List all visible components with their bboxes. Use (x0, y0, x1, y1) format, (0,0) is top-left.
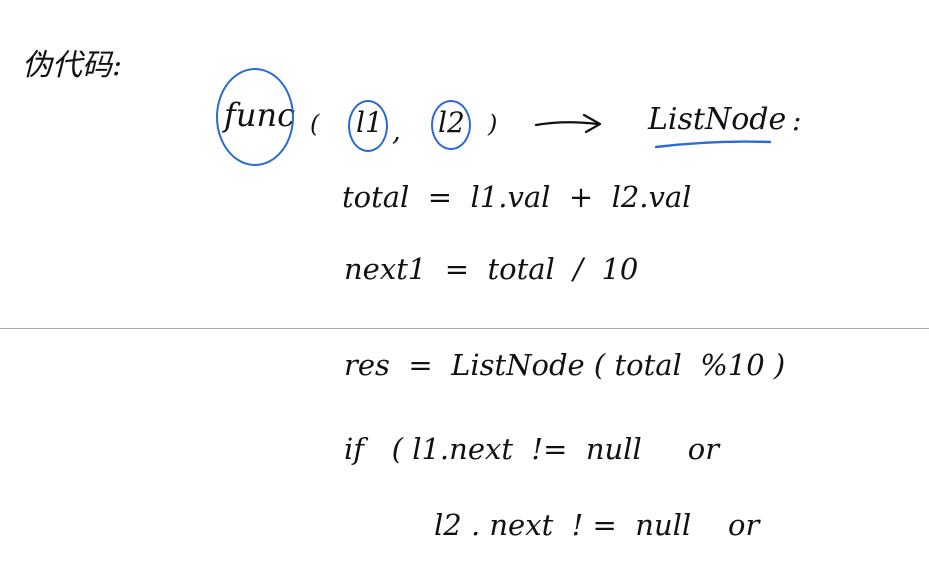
page-title: 伪代码: (22, 48, 123, 83)
return-type: ListNode (648, 102, 787, 137)
comma: , (392, 114, 401, 147)
code-line-res: res = ListNode ( total %10 ) (344, 348, 786, 382)
code-line-l2-next: l2 . next ! = null or (434, 508, 760, 542)
code-line-next1: next1 = total / 10 (344, 252, 639, 286)
page-divider (0, 328, 929, 329)
func-circle-annotation (216, 68, 294, 166)
arrow-icon (534, 113, 602, 134)
param-l1-circle-annotation (348, 100, 388, 152)
param-l2-circle-annotation (431, 100, 471, 150)
return-type-underline-annotation (654, 140, 772, 149)
colon: : (792, 104, 802, 137)
open-paren: ( (310, 110, 320, 138)
close-paren: ) (488, 110, 498, 138)
code-line-total: total = l1.val + l2.val (342, 180, 692, 214)
code-line-if: if ( l1.next != null or (344, 432, 720, 466)
